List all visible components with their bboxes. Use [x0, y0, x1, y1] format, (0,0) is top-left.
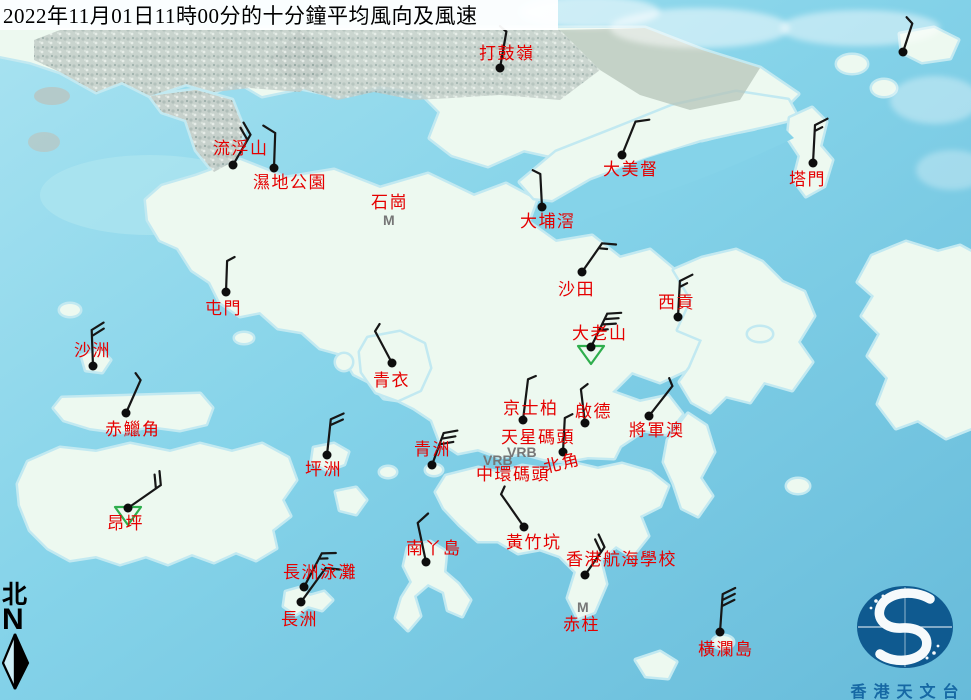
station-label-pengchau[interactable]: 坪洲 [305, 461, 342, 478]
title-bar: 2022年11月01日11時00分的十分鐘平均風向及風速 [0, 0, 558, 30]
station-label-tseungkwano[interactable]: 將軍澳 [629, 422, 685, 439]
wind-map: 打鼓嶺流浮山濕地公園石崗 M 大埔滘 大美督塔門屯門沙洲 沙田西貢大老山青衣赤鱲角 京士柏… [0, 0, 971, 700]
station-label-laufaushan[interactable]: 流浮山 [213, 140, 269, 157]
map-title: 2022年11月01日11時00分的十分鐘平均風向及風速 [0, 0, 477, 30]
station-label-taimeituk[interactable]: 大美督 [603, 161, 659, 178]
station-label-tuenmun[interactable]: 屯門 [205, 300, 242, 317]
station-label-waglanisland[interactable]: 橫瀾島 [698, 641, 754, 658]
compass-north-en: N [2, 606, 36, 633]
station-label-stanley[interactable]: 赤柱 [563, 616, 600, 633]
station-label-cheungchaubeach[interactable]: 長洲泳灘 [283, 564, 357, 581]
north-arrow-icon [2, 633, 32, 691]
hko-name-zh: 香港天文台 [838, 678, 971, 700]
basemap [0, 0, 971, 700]
station-label-taipokau[interactable]: 大埔滘 [520, 213, 576, 230]
station-label-ngongping[interactable]: 昂坪 [107, 515, 144, 532]
station-label-kaitak[interactable]: 啟德 [575, 403, 612, 420]
hko-logo: 香港天文台 HONG KONG OBSERVATORY [838, 583, 971, 700]
station-label-tapmun[interactable]: 塔門 [789, 171, 826, 188]
station-label-shekkong[interactable]: 石崗 [371, 194, 408, 211]
station-label-lammaisland[interactable]: 南丫島 [406, 540, 462, 557]
missing-marker-shekkong: M [383, 213, 395, 227]
station-label-tsingyi[interactable]: 青衣 [373, 372, 410, 389]
station-label-cheungchau[interactable]: 長洲 [281, 611, 318, 628]
variable-marker-centralpier: VRB [483, 453, 513, 467]
north-compass: 北 N [2, 583, 36, 696]
station-label-saikung[interactable]: 西貢 [658, 294, 695, 311]
station-label-kingspark[interactable]: 京士柏 [503, 400, 559, 417]
station-label-hkseaschool[interactable]: 香港航海學校 [566, 551, 677, 568]
station-label-takwuling[interactable]: 打鼓嶺 [479, 45, 535, 62]
station-label-centralpier[interactable]: 中環碼頭 [476, 466, 550, 483]
missing-marker-stanley: M [577, 600, 589, 614]
station-label-wetlandpark[interactable]: 濕地公園 [253, 174, 327, 191]
station-label-shachau[interactable]: 沙洲 [74, 342, 111, 359]
station-label-cheklapkok[interactable]: 赤鱲角 [105, 421, 161, 438]
station-label-wongchukhang[interactable]: 黃竹坑 [506, 534, 562, 551]
hko-logo-icon [838, 583, 971, 671]
station-label-shatin[interactable]: 沙田 [558, 281, 595, 298]
station-label-tatescairn[interactable]: 大老山 [572, 325, 628, 342]
station-label-greenisland[interactable]: 青洲 [414, 441, 451, 458]
